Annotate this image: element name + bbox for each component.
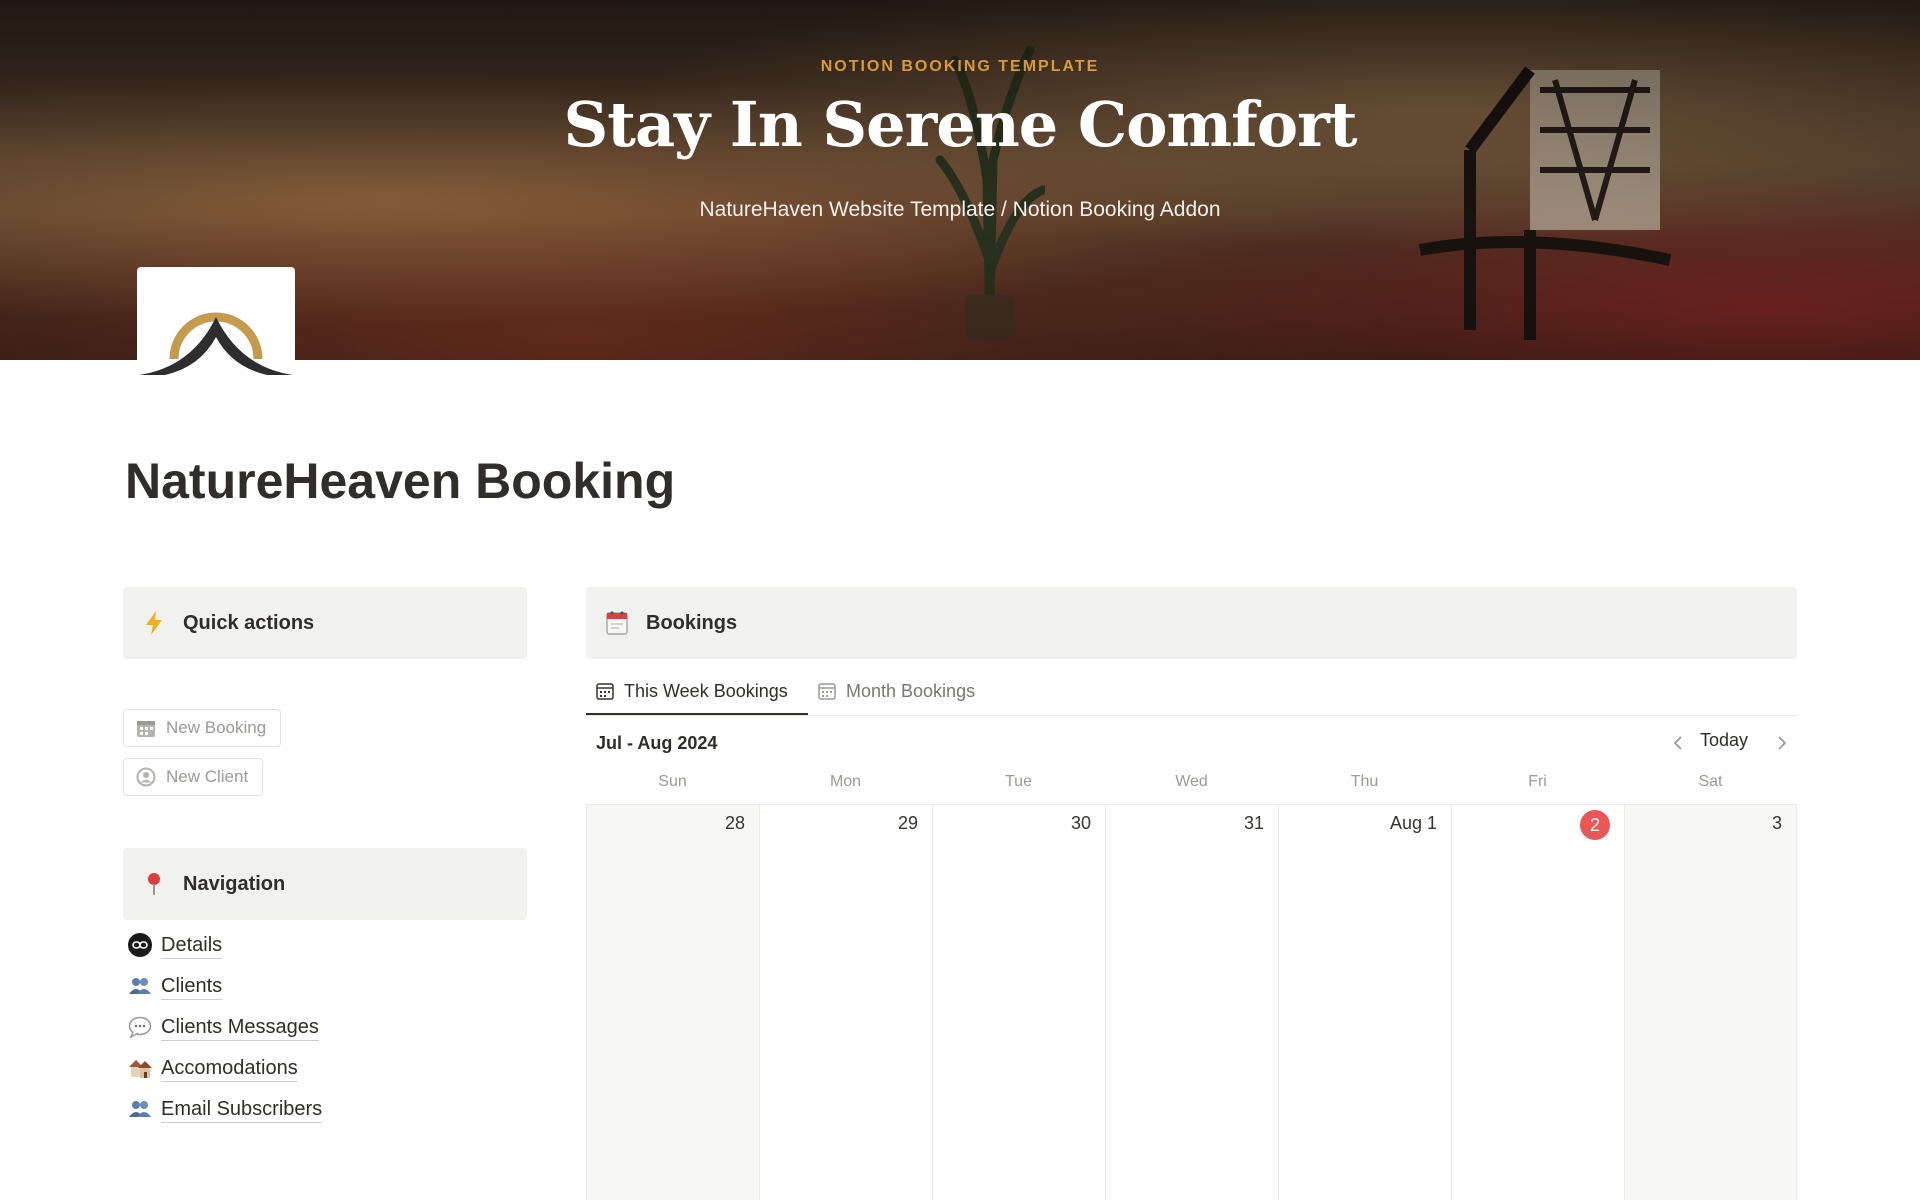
pin-icon — [141, 871, 167, 897]
day-number: Aug 1 — [1389, 813, 1437, 833]
chevron-left-icon — [1673, 736, 1682, 750]
weekday-fri: Fri — [1528, 773, 1547, 790]
navigation-callout: Navigation — [123, 848, 527, 920]
page-title: NatureHeaven Booking — [125, 453, 676, 509]
previous-week-button[interactable] — [1672, 730, 1684, 756]
day-number: 3 — [1771, 813, 1782, 833]
weekday-thu: Thu — [1350, 773, 1379, 790]
nav-item-details[interactable]: Details — [127, 929, 223, 961]
nav-item-accomodations-label: Accomodations — [161, 1055, 298, 1082]
day-cell-wed[interactable]: 31 — [1105, 805, 1278, 1200]
nav-item-details-label: Details — [161, 932, 223, 959]
calendar-tear-off-icon — [604, 610, 630, 636]
nav-item-clients-label: Clients — [161, 973, 223, 1000]
weekday-mon: Mon — [829, 773, 862, 790]
nav-item-accomodations[interactable]: Accomodations — [127, 1052, 298, 1084]
lightning-icon — [141, 610, 167, 636]
tabs-divider — [586, 715, 1797, 716]
calendar-view-icon — [596, 683, 614, 700]
nav-item-clients[interactable]: Clients — [127, 970, 223, 1002]
mountain-logo-icon — [139, 312, 293, 375]
people-icon — [127, 1096, 153, 1122]
bookings-label: Bookings — [646, 611, 738, 634]
day-cell-thu[interactable]: Aug 1 — [1278, 805, 1451, 1200]
day-cell-tue[interactable]: 30 — [932, 805, 1105, 1200]
new-booking-label: New Booking — [166, 718, 267, 737]
user-circle-icon — [136, 767, 156, 787]
link-badge-icon — [127, 932, 153, 958]
new-booking-button[interactable]: New Booking — [123, 709, 282, 747]
nav-item-clients-messages[interactable]: Clients Messages — [127, 1011, 319, 1043]
new-client-button[interactable]: New Client — [123, 758, 264, 796]
day-number: 30 — [1070, 813, 1091, 833]
next-week-button[interactable] — [1776, 730, 1788, 756]
calendar-view-icon — [818, 683, 836, 700]
people-icon — [127, 973, 153, 999]
houses-icon — [127, 1055, 153, 1081]
tab-this-week-bookings-label: This Week Bookings — [624, 680, 788, 701]
weekday-sat: Sat — [1698, 773, 1723, 790]
speech-bubble-icon — [127, 1014, 153, 1040]
cover-kicker: NOTION BOOKING TEMPLATE — [820, 58, 1100, 75]
tab-this-week-bookings[interactable]: This Week Bookings — [596, 668, 788, 714]
nav-item-clients-messages-label: Clients Messages — [161, 1014, 319, 1041]
today-button[interactable]: Today — [1700, 730, 1748, 751]
cover-title: Stay In Serene Comfort — [563, 88, 1358, 161]
cover-subtitle: NatureHaven Website Template / Notion Bo… — [699, 198, 1221, 221]
calendar-range-label: Jul - Aug 2024 — [596, 733, 718, 753]
day-cell-fri[interactable]: 2 — [1451, 805, 1624, 1200]
today-date-badge: 2 — [1580, 810, 1610, 840]
weekday-wed: Wed — [1175, 773, 1208, 790]
nav-item-email-subscribers-label: Email Subscribers — [161, 1096, 323, 1123]
day-cell-sat[interactable]: 3 — [1624, 805, 1797, 1200]
bookings-callout: Bookings — [586, 587, 1797, 659]
weekday-tue: Tue — [1005, 773, 1032, 790]
new-client-label: New Client — [166, 767, 249, 786]
day-number: 29 — [897, 813, 918, 833]
day-number: 31 — [1243, 813, 1264, 833]
quick-actions-callout: Quick actions — [123, 587, 527, 659]
quick-actions-label: Quick actions — [183, 611, 315, 634]
tab-month-bookings-label: Month Bookings — [846, 680, 976, 701]
nav-item-email-subscribers[interactable]: Email Subscribers — [127, 1093, 323, 1125]
navigation-label: Navigation — [183, 872, 286, 895]
calendar-grid-icon — [136, 718, 156, 738]
day-cell-sun[interactable]: 28 — [586, 805, 759, 1200]
week-calendar-grid: 28 29 30 31 Aug 1 2 3 — [586, 804, 1797, 1200]
chevron-right-icon — [1778, 736, 1787, 750]
day-number: 28 — [724, 813, 745, 833]
page-icon-logo[interactable] — [137, 267, 295, 375]
tab-month-bookings[interactable]: Month Bookings — [818, 668, 975, 714]
weekday-sun: Sun — [658, 773, 687, 790]
day-cell-mon[interactable]: 29 — [759, 805, 932, 1200]
